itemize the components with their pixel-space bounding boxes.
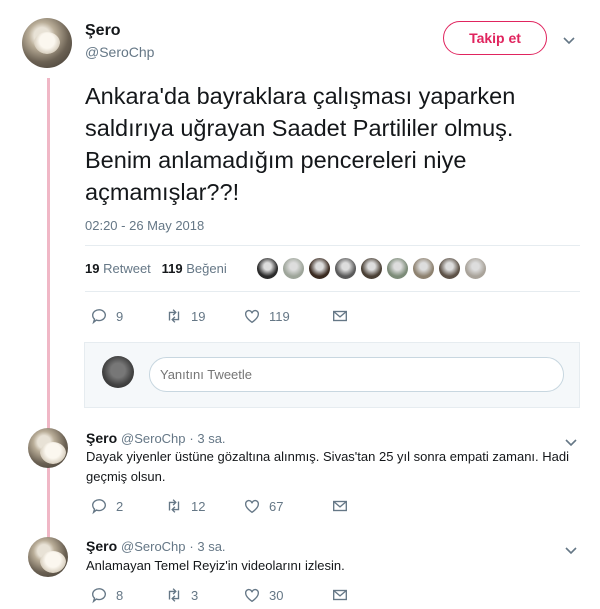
reply-text: Anlamayan Temel Reyiz'in videolarını izl… (86, 558, 345, 573)
retweet-count: 19 (191, 308, 206, 324)
divider (85, 245, 580, 246)
retweet-button[interactable]: 12 (165, 497, 243, 515)
avatar[interactable] (28, 428, 68, 468)
author-name[interactable]: Şero (85, 22, 121, 40)
reply-button[interactable]: 8 (90, 586, 165, 604)
reply-name[interactable]: Şero (86, 430, 117, 446)
reply-button[interactable]: 9 (90, 307, 165, 325)
retweet-icon (168, 499, 180, 513)
liker-avatar[interactable] (386, 257, 409, 280)
avatar[interactable] (22, 18, 72, 68)
heart-icon (245, 309, 259, 324)
like-button[interactable]: 67 (243, 497, 331, 515)
reply-actions: 2 12 67 (90, 497, 357, 515)
message-icon (333, 310, 347, 322)
reply-author-name: Şero @SeroChp · 3 sa. (86, 430, 226, 446)
retweet-button[interactable]: 3 (165, 586, 243, 604)
reply-actions: 8 3 30 (90, 586, 357, 604)
message-button[interactable] (331, 497, 357, 515)
reply-author-name: Şero @SeroChp · 3 sa. (86, 538, 226, 554)
reply-time[interactable]: · 3 sa. (189, 431, 225, 446)
reply-input[interactable] (149, 357, 564, 392)
liker-avatar[interactable] (282, 257, 305, 280)
like-count: 67 (269, 498, 284, 514)
thread-line (47, 78, 50, 548)
reply-icon (92, 499, 106, 515)
chevron-down-icon[interactable] (563, 32, 575, 48)
like-button[interactable]: 119 (243, 307, 331, 325)
tweet-actions: 9 19 119 (90, 307, 357, 325)
reply-icon (92, 588, 106, 604)
tweet-text: Ankara'da bayraklara çalışması yaparken … (85, 83, 516, 205)
avatar (102, 356, 134, 388)
reply-name[interactable]: Şero (86, 538, 117, 554)
message-icon (333, 500, 347, 512)
message-button[interactable] (331, 307, 357, 325)
liker-avatar[interactable] (360, 257, 383, 280)
retweet-icon (168, 588, 180, 602)
heart-icon (245, 588, 259, 603)
heart-icon (245, 499, 259, 514)
likers-avatars[interactable] (256, 257, 490, 280)
divider (85, 291, 580, 292)
reply-text: Dayak yiyenler üstüne gözaltına alınmış.… (86, 449, 569, 484)
reply-count: 8 (116, 587, 124, 603)
like-count: 30 (269, 587, 284, 603)
tweet-stats: 19 Retweet 119 Beğeni (85, 261, 227, 276)
reply-handle[interactable]: @SeroChp (121, 431, 186, 446)
liker-avatar[interactable] (412, 257, 435, 280)
liker-avatar[interactable] (334, 257, 357, 280)
reply-count: 9 (116, 308, 124, 324)
liker-avatar[interactable] (464, 257, 487, 280)
reply-icon (92, 309, 106, 325)
author-handle[interactable]: @SeroChp (85, 44, 154, 60)
like-count-action: 119 (269, 308, 290, 324)
avatar[interactable] (28, 537, 68, 577)
reply-time[interactable]: · 3 sa. (189, 539, 225, 554)
reply-count: 2 (116, 498, 124, 514)
retweet-count: 3 (191, 587, 199, 603)
retweet-label[interactable]: Retweet (103, 261, 151, 276)
message-icon (333, 589, 347, 601)
liker-avatar[interactable] (256, 257, 279, 280)
reply-handle[interactable]: @SeroChp (121, 539, 186, 554)
like-count[interactable]: 119 (162, 261, 183, 276)
retweet-icon (168, 309, 180, 323)
retweet-count: 12 (191, 498, 206, 514)
like-button[interactable]: 30 (243, 586, 331, 604)
message-button[interactable] (331, 586, 357, 604)
reply-button[interactable]: 2 (90, 497, 165, 515)
like-label[interactable]: Beğeni (186, 261, 226, 276)
liker-avatar[interactable] (438, 257, 461, 280)
timestamp[interactable]: 02:20 - 26 May 2018 (85, 218, 204, 233)
retweet-button[interactable]: 19 (165, 307, 243, 325)
follow-button[interactable]: Takip et (443, 21, 547, 55)
retweet-count[interactable]: 19 (85, 261, 99, 276)
liker-avatar[interactable] (308, 257, 331, 280)
